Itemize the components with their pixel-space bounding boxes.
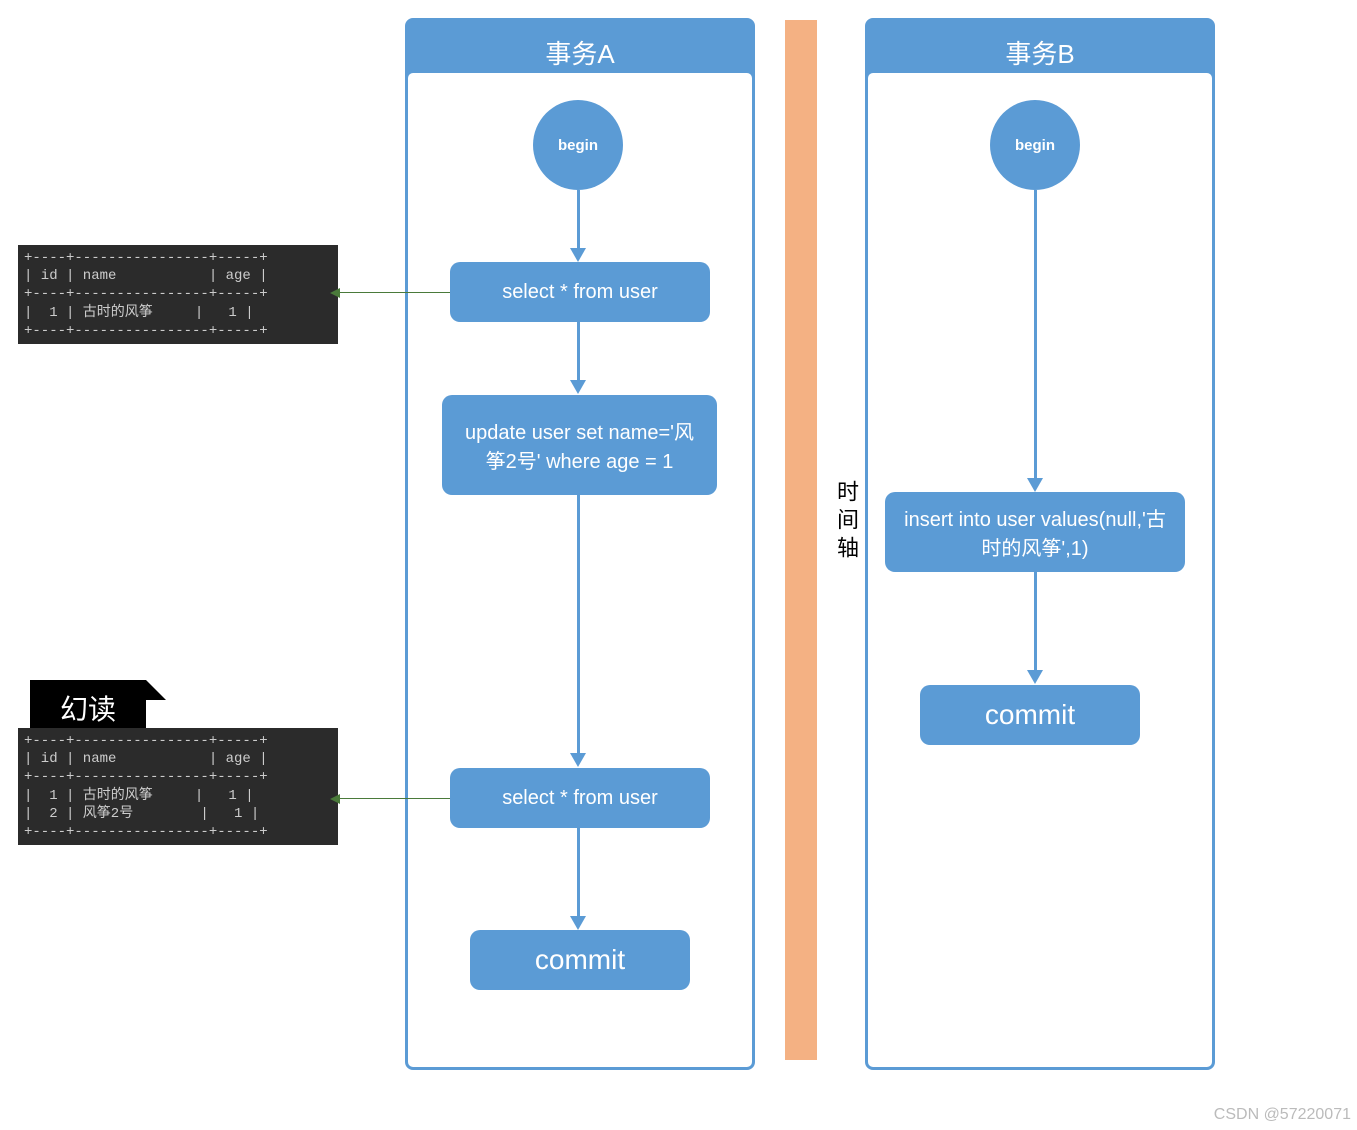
timeline-label: 时间轴 xyxy=(830,480,862,564)
tx-a-select2: select * from user xyxy=(450,768,710,828)
tx-a-update: update user set name='风筝2号' where age = … xyxy=(442,395,717,495)
tx-b-commit: commit xyxy=(920,685,1140,745)
arrow xyxy=(577,190,580,250)
arrow-head xyxy=(1027,478,1043,492)
arrow xyxy=(1034,572,1037,672)
arrow-head xyxy=(570,753,586,767)
timeline-bar xyxy=(785,20,817,1060)
tx-a-commit: commit xyxy=(470,930,690,990)
arrow xyxy=(577,828,580,918)
arrow-head xyxy=(570,916,586,930)
watermark: CSDN @57220071 xyxy=(1214,1106,1351,1124)
tx-a-begin: begin xyxy=(533,100,623,190)
arrow-head xyxy=(570,248,586,262)
arrow xyxy=(577,495,580,755)
result-arrow-1 xyxy=(338,292,450,293)
console-output-1: +----+----------------+-----+ | id | nam… xyxy=(18,245,338,344)
arrow xyxy=(577,322,580,382)
console-output-2: +----+----------------+-----+ | id | nam… xyxy=(18,728,338,845)
arrow-head xyxy=(1027,670,1043,684)
arrow xyxy=(1034,190,1037,480)
result-arrow-2 xyxy=(338,798,450,799)
tx-a-select1: select * from user xyxy=(450,262,710,322)
tx-b-insert: insert into user values(null,'古时的风筝',1) xyxy=(885,492,1185,572)
arrow-head xyxy=(570,380,586,394)
tx-b-begin: begin xyxy=(990,100,1080,190)
